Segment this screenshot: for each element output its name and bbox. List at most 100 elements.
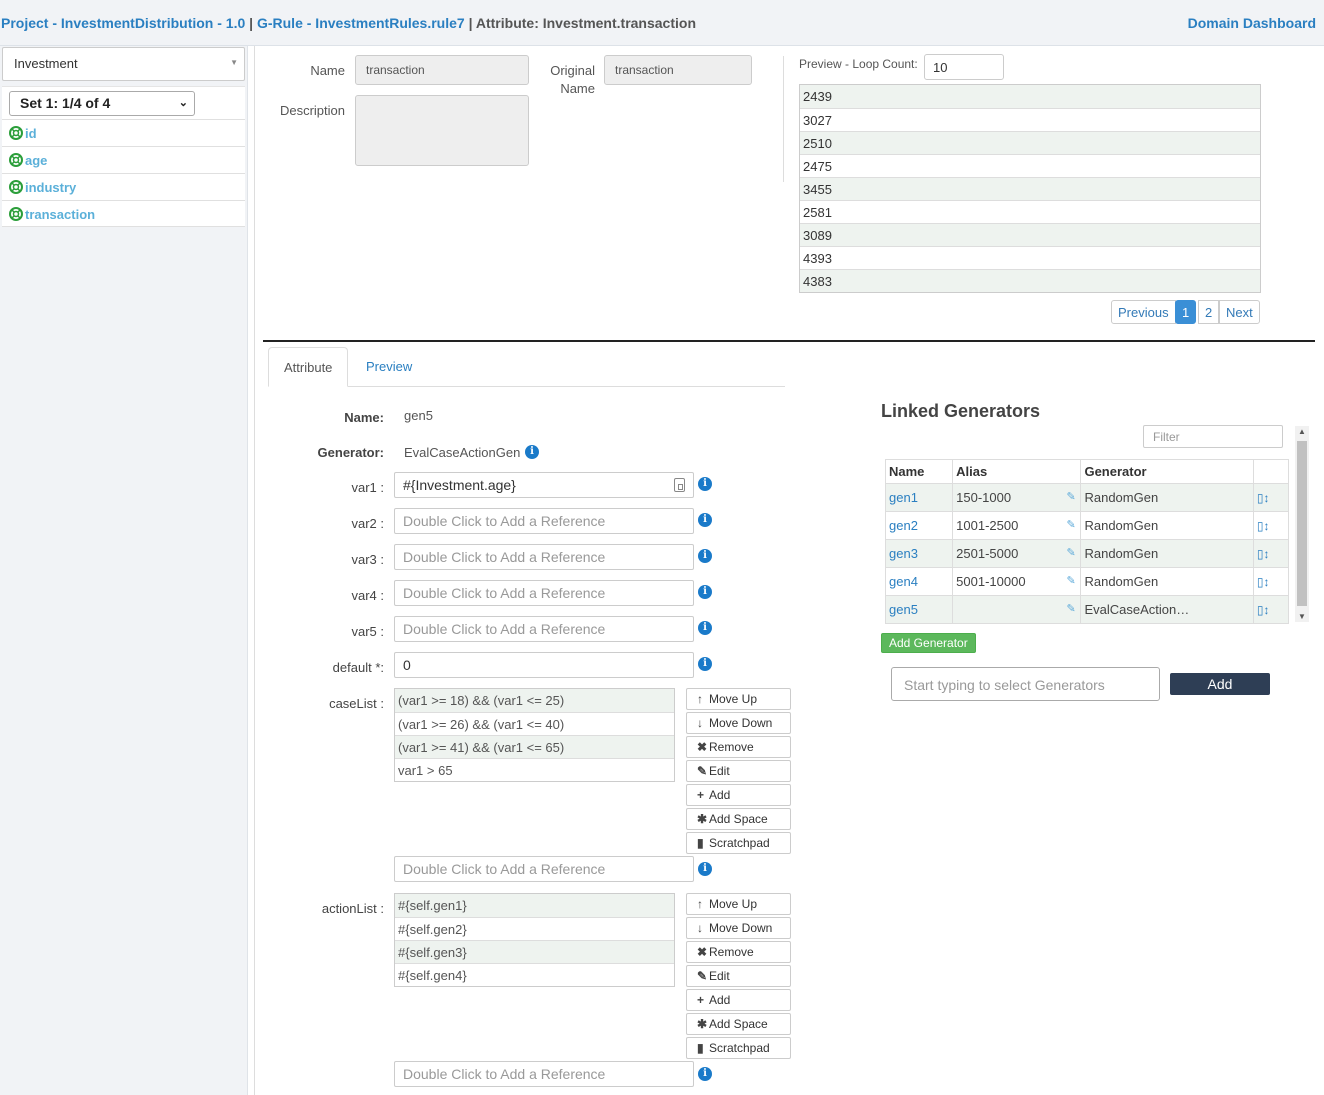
var4-input[interactable]: Double Click to Add a Reference xyxy=(394,580,694,606)
lifebuoy-icon xyxy=(9,126,23,140)
reorder-icon[interactable]: ↕ xyxy=(1264,519,1270,533)
list-item[interactable]: (var1 >= 26) && (var1 <= 40) xyxy=(395,712,674,735)
actionlist-add-button[interactable]: + Add xyxy=(686,989,791,1011)
list-item[interactable]: var1 > 65 xyxy=(395,758,674,781)
reorder-icon[interactable]: ↕ xyxy=(1264,575,1270,589)
info-icon[interactable]: i xyxy=(698,1067,712,1081)
pencil-icon[interactable]: ✎ xyxy=(1066,576,1077,587)
generator-alias-cell[interactable]: ✎ xyxy=(952,595,1082,624)
default-input[interactable]: 0 xyxy=(394,652,694,678)
actionlist-move-up-button[interactable]: ↑ Move Up xyxy=(686,893,791,915)
info-icon[interactable]: i xyxy=(698,621,712,635)
pager-next[interactable]: Next xyxy=(1219,300,1260,324)
reorder-icon[interactable]: ↕ xyxy=(1264,547,1270,561)
scrollbar-thumb[interactable] xyxy=(1297,441,1307,606)
tab-attribute[interactable]: Attribute xyxy=(268,347,348,387)
info-icon[interactable]: i xyxy=(698,513,712,527)
var5-input[interactable]: Double Click to Add a Reference xyxy=(394,616,694,642)
reorder-icon[interactable]: ↕ xyxy=(1264,491,1270,505)
preview-row: 2510 xyxy=(800,131,1260,154)
generator-alias-cell[interactable]: 2501-5000 ✎ xyxy=(952,539,1082,568)
list-item[interactable]: #{self.gen4} xyxy=(395,963,674,986)
list-item[interactable]: #{self.gen2} xyxy=(395,917,674,940)
generator-alias-cell[interactable]: 150-1000 ✎ xyxy=(952,483,1082,512)
info-icon[interactable]: i xyxy=(698,862,712,876)
var5-label: var5 : xyxy=(351,624,384,639)
list-item[interactable]: #{self.gen1} xyxy=(395,894,674,917)
sidebar-item-age[interactable]: age xyxy=(2,146,245,173)
var3-input[interactable]: Double Click to Add a Reference xyxy=(394,544,694,570)
info-icon[interactable]: i xyxy=(698,477,712,491)
trash-icon[interactable]: ▯ xyxy=(1257,519,1264,533)
pager-page-1[interactable]: 1 xyxy=(1175,300,1197,324)
generator-name-link[interactable]: gen5 xyxy=(884,595,954,624)
list-item[interactable]: (var1 >= 18) && (var1 <= 25) xyxy=(395,689,674,712)
original-name-field[interactable]: transaction xyxy=(604,55,752,85)
caselist-remove-button[interactable]: ✖ Remove xyxy=(686,736,791,758)
caselist-scratchpad-button[interactable]: ▮ Scratchpad xyxy=(686,832,791,854)
actionlist-scratchpad-button[interactable]: ▮ Scratchpad xyxy=(686,1037,791,1059)
add-generator-button[interactable]: Add Generator xyxy=(881,633,976,653)
tab-preview[interactable]: Preview xyxy=(351,347,427,387)
generators-scrollbar[interactable]: ▲ ▼ xyxy=(1295,426,1309,622)
rule-link[interactable]: G-Rule - InvestmentRules.rule7 xyxy=(257,15,465,31)
actionlist-edit-button[interactable]: ✎ Edit xyxy=(686,965,791,987)
trash-icon[interactable]: ▯ xyxy=(1257,575,1264,589)
column-header-name[interactable]: Name xyxy=(884,459,954,484)
reorder-icon[interactable]: ↕ xyxy=(1264,603,1270,617)
info-icon[interactable]: i xyxy=(698,585,712,599)
actionlist-reference-input[interactable]: Double Click to Add a Reference xyxy=(394,1061,694,1087)
caselist-reference-input[interactable]: Double Click to Add a Reference xyxy=(394,856,694,882)
set-select[interactable]: Set 1: 1/4 of 4 ⌄ xyxy=(9,91,195,116)
entity-select[interactable]: Investment ▼ xyxy=(2,47,245,81)
actionlist-remove-button[interactable]: ✖ Remove xyxy=(686,941,791,963)
actionlist-move-down-button[interactable]: ↓ Move Down xyxy=(686,917,791,939)
column-header-alias[interactable]: Alias xyxy=(952,459,1082,484)
caselist-add-space-button[interactable]: ✱ Add Space xyxy=(686,808,791,830)
generator-name-link[interactable]: gen4 xyxy=(884,567,954,596)
list-item[interactable]: (var1 >= 41) && (var1 <= 65) xyxy=(395,735,674,758)
sidebar-item-transaction[interactable]: transaction xyxy=(2,200,245,227)
scroll-up-icon[interactable]: ▲ xyxy=(1298,427,1306,436)
pager-page-2[interactable]: 2 xyxy=(1198,300,1220,324)
scroll-down-icon[interactable]: ▼ xyxy=(1298,612,1306,621)
domain-dashboard-link[interactable]: Domain Dashboard xyxy=(1188,15,1316,31)
generator-alias-cell[interactable]: 5001-10000 ✎ xyxy=(952,567,1082,596)
pencil-icon[interactable]: ✎ xyxy=(1066,492,1077,503)
generator-search-input[interactable]: Start typing to select Generators xyxy=(891,667,1160,701)
pencil-icon[interactable]: ✎ xyxy=(1066,520,1077,531)
trash-icon[interactable]: ▯ xyxy=(1257,603,1264,617)
generator-filter-input[interactable]: Filter xyxy=(1143,425,1283,448)
name-field[interactable]: transaction xyxy=(355,55,529,85)
description-field[interactable] xyxy=(355,95,529,166)
generator-name-link[interactable]: gen3 xyxy=(884,539,954,568)
generator-name-link[interactable]: gen1 xyxy=(884,483,954,512)
generator-name-link[interactable]: gen2 xyxy=(884,511,954,540)
list-item[interactable]: #{self.gen3} xyxy=(395,940,674,963)
trash-icon[interactable]: ▯ xyxy=(1257,547,1264,561)
sidebar-item-industry[interactable]: industry xyxy=(2,173,245,200)
var4-label: var4 : xyxy=(351,588,384,603)
loop-count-input[interactable]: 10 xyxy=(924,54,1004,80)
sidebar-item-id[interactable]: id xyxy=(2,119,245,146)
actionlist-add-space-button[interactable]: ✱ Add Space xyxy=(686,1013,791,1035)
reference-picker-icon[interactable] xyxy=(674,478,685,492)
generator-alias-cell[interactable]: 1001-2500 ✎ xyxy=(952,511,1082,540)
info-icon[interactable]: i xyxy=(525,445,539,459)
caselist-edit-button[interactable]: ✎ Edit xyxy=(686,760,791,782)
var1-input[interactable]: #{Investment.age} xyxy=(394,472,694,498)
caselist-move-up-button[interactable]: ↑ Move Up xyxy=(686,688,791,710)
pencil-icon[interactable]: ✎ xyxy=(1066,604,1077,615)
caselist-add-button[interactable]: + Add xyxy=(686,784,791,806)
project-link[interactable]: Project - InvestmentDistribution - 1.0 xyxy=(1,15,245,31)
info-icon[interactable]: i xyxy=(698,549,712,563)
pager-previous[interactable]: Previous xyxy=(1111,300,1176,324)
caselist-move-down-button[interactable]: ↓ Move Down xyxy=(686,712,791,734)
trash-icon[interactable]: ▯ xyxy=(1257,491,1264,505)
info-icon[interactable]: i xyxy=(698,657,712,671)
pencil-icon[interactable]: ✎ xyxy=(1066,548,1077,559)
column-header-generator[interactable]: Generator xyxy=(1080,459,1254,484)
var2-input[interactable]: Double Click to Add a Reference xyxy=(394,508,694,534)
sidebar-item-label: id xyxy=(25,126,37,141)
add-button[interactable]: Add xyxy=(1170,673,1270,695)
